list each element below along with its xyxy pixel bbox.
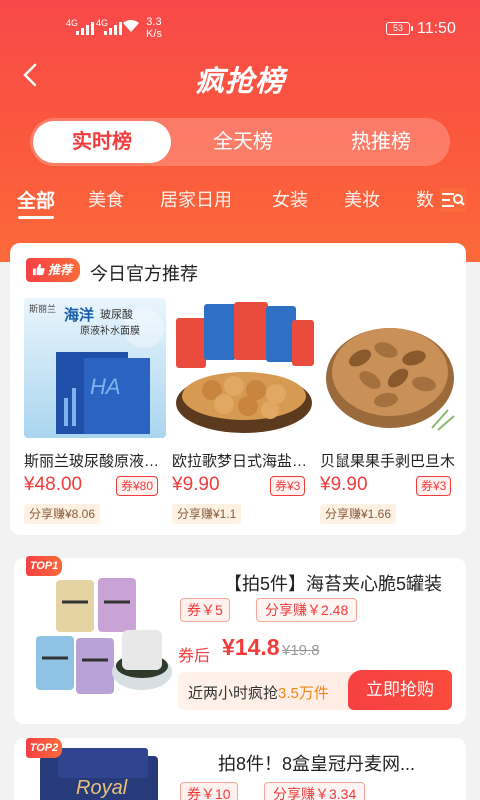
tab-all-day[interactable]: 全天榜 bbox=[174, 118, 312, 166]
share-earn-badge: 分享赚￥3.34 bbox=[264, 782, 366, 800]
svg-text:斯丽兰: 斯丽兰 bbox=[29, 303, 56, 314]
svg-text:原液补水面膜: 原液补水面膜 bbox=[80, 324, 140, 337]
category-digital[interactable]: 数 bbox=[416, 186, 434, 212]
category-home[interactable]: 居家日用 bbox=[160, 186, 232, 212]
page-title: 疯抢榜 bbox=[194, 66, 285, 98]
product-name: 贝鼠果果手剥巴旦木 bbox=[320, 453, 456, 470]
category-menu-button[interactable] bbox=[440, 188, 466, 212]
coupon-badge: 券¥80 bbox=[116, 476, 159, 496]
signal-bars-icon-1 bbox=[76, 22, 94, 35]
product-image-seaweed bbox=[26, 562, 172, 708]
share-earn-badge: 分享赚¥8.06 bbox=[24, 504, 101, 524]
product-card[interactable]: 斯丽兰 海洋 玻尿酸 原液补水面膜 HA 斯丽兰玻尿酸原液补水面膜 ¥48.00… bbox=[24, 298, 166, 524]
category-beauty[interactable]: 美妆 bbox=[344, 186, 380, 212]
network-speed: 3.3 K/s bbox=[146, 16, 162, 40]
product-card[interactable]: 欧拉歌梦日式海盐小圆饼干 ¥9.90 券¥3 分享赚¥1.1 bbox=[172, 298, 314, 524]
status-bar: 4G 4G 3.3 K/s 53 11:50 bbox=[0, 0, 480, 60]
share-earn-badge: 分享赚¥1.1 bbox=[172, 504, 242, 524]
after-coupon-price: ¥14.8 bbox=[222, 634, 280, 660]
svg-text:海洋: 海洋 bbox=[64, 306, 94, 324]
thumbs-up-icon bbox=[32, 263, 45, 276]
coupon-badge: 券￥10 bbox=[180, 782, 238, 800]
ranking-segmented-control: 实时榜 全天榜 热推榜 bbox=[30, 118, 450, 166]
list-search-icon bbox=[442, 193, 465, 207]
battery-icon: 53 bbox=[386, 22, 413, 35]
original-price: ¥19.8 bbox=[282, 642, 320, 659]
buy-now-button[interactable]: 立即抢购 bbox=[348, 670, 452, 710]
product-card[interactable]: 贝鼠果果手剥巴旦木 ¥9.90 券¥3 分享赚¥1.66 bbox=[320, 298, 460, 524]
coupon-badge: 券¥3 bbox=[416, 476, 452, 496]
coupon-badge: 券￥5 bbox=[180, 598, 230, 622]
product-image-mask: 斯丽兰 海洋 玻尿酸 原液补水面膜 HA bbox=[24, 298, 166, 438]
wifi-icon bbox=[122, 18, 140, 39]
product-image-biscuits bbox=[172, 298, 314, 438]
svg-text:玻尿酸: 玻尿酸 bbox=[100, 307, 133, 321]
product-name: 欧拉歌梦日式海盐小圆饼干 bbox=[172, 453, 314, 470]
product-price: ¥48.00 bbox=[24, 474, 83, 495]
signal-bars-icon-2 bbox=[104, 22, 122, 35]
rank-badge: TOP2 bbox=[26, 738, 62, 758]
tab-hot-push[interactable]: 热推榜 bbox=[312, 118, 450, 166]
rank-badge: TOP1 bbox=[26, 556, 62, 576]
product-title: 拍8件！8盒皇冠丹麦网... bbox=[218, 754, 416, 774]
active-tab-indicator bbox=[18, 216, 54, 219]
clock: 11:50 bbox=[417, 20, 456, 37]
recommend-title: 今日官方推荐 bbox=[90, 264, 198, 284]
category-food[interactable]: 美食 bbox=[88, 186, 124, 212]
category-women[interactable]: 女装 bbox=[272, 186, 308, 212]
product-name: 斯丽兰玻尿酸原液补水面膜 bbox=[24, 453, 166, 470]
product-price: ¥9.90 bbox=[320, 474, 368, 495]
recommend-badge: 推荐 bbox=[26, 258, 80, 282]
tab-realtime[interactable]: 实时榜 bbox=[33, 121, 171, 163]
product-image-almonds bbox=[320, 298, 460, 438]
category-all[interactable]: 全部 bbox=[17, 186, 55, 213]
product-price: ¥9.90 bbox=[172, 474, 220, 495]
share-earn-badge: 分享赚￥2.48 bbox=[256, 598, 358, 622]
share-earn-badge: 分享赚¥1.66 bbox=[320, 504, 397, 524]
category-tabs: 全部 美食 居家日用 女装 美妆 数 bbox=[0, 186, 480, 226]
svg-text:HA: HA bbox=[90, 374, 121, 399]
svg-text:Royal: Royal bbox=[76, 777, 128, 799]
sales-info: 近两小时疯抢3.5万件 bbox=[188, 685, 329, 702]
product-title: 【拍5件】海苔夹心脆5罐装 bbox=[224, 574, 443, 594]
after-coupon-label: 券后 bbox=[178, 648, 211, 665]
coupon-badge: 券¥3 bbox=[270, 476, 306, 496]
